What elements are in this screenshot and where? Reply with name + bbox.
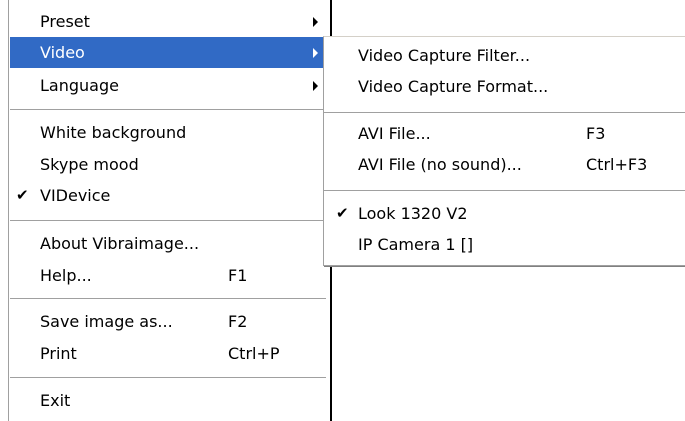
menu-item-label: Exit: [40, 391, 71, 410]
menu-item-videvice[interactable]: ✔ VIDevice: [10, 180, 326, 211]
menu-separator: [10, 109, 326, 111]
menu-item-label: Video: [40, 43, 85, 62]
submenu-arrow-icon: [313, 81, 318, 91]
menu-item-label: AVI File (no sound)...: [358, 155, 522, 174]
menu-item-about[interactable]: About Vibraimage...: [10, 228, 326, 259]
submenu-arrow-icon: [313, 17, 318, 27]
menu-separator: [324, 112, 685, 114]
checkmark-icon: ✔: [336, 204, 349, 222]
menu-separator: [10, 298, 326, 300]
checkmark-icon: ✔: [16, 186, 29, 204]
submenu-arrow-icon: [313, 48, 318, 58]
submenu-item-video-capture-filter[interactable]: Video Capture Filter...: [324, 40, 685, 71]
menu-item-save-image[interactable]: Save image as... F2: [10, 306, 326, 337]
menu-item-help[interactable]: Help... F1: [10, 260, 326, 291]
menu-item-shortcut: Ctrl+F3: [586, 155, 648, 174]
menu-item-shortcut: F1: [228, 266, 248, 285]
video-submenu: Video Capture Filter... Video Capture Fo…: [323, 36, 685, 266]
menu-item-label: Help...: [40, 266, 92, 285]
menu-item-exit[interactable]: Exit: [10, 385, 326, 416]
menu-separator: [10, 220, 326, 222]
menu-item-label: Video Capture Format...: [358, 77, 549, 96]
menu-item-video[interactable]: Video: [10, 37, 326, 68]
menu-item-shortcut: Ctrl+P: [228, 344, 280, 363]
menu-separator: [324, 190, 685, 192]
menu-separator: [10, 377, 326, 379]
menu-item-label: About Vibraimage...: [40, 234, 200, 253]
menu-item-shortcut: F2: [228, 312, 248, 331]
menu-item-shortcut: F3: [586, 124, 606, 143]
submenu-item-ip-camera-1[interactable]: IP Camera 1 []: [324, 229, 685, 260]
menu-item-language[interactable]: Language: [10, 70, 326, 101]
menu-item-label: AVI File...: [358, 124, 431, 143]
menu-item-label: Look 1320 V2: [358, 204, 468, 223]
menu-item-label: Preset: [40, 12, 90, 31]
main-context-menu: Preset Video Language White background S…: [10, 4, 326, 421]
menu-item-skype-mood[interactable]: Skype mood: [10, 149, 326, 180]
menu-item-label: Language: [40, 76, 119, 95]
menu-item-label: White background: [40, 123, 187, 142]
menu-item-label: Print: [40, 344, 77, 363]
menu-item-label: IP Camera 1 []: [358, 235, 474, 254]
menu-item-print[interactable]: Print Ctrl+P: [10, 338, 326, 369]
submenu-item-avi-file-no-sound[interactable]: AVI File (no sound)... Ctrl+F3: [324, 149, 685, 180]
menu-item-label: Video Capture Filter...: [358, 46, 531, 65]
window-frame-left: [8, 0, 9, 421]
submenu-item-look-1320-v2[interactable]: ✔ Look 1320 V2: [324, 198, 685, 229]
menu-item-label: Save image as...: [40, 312, 173, 331]
submenu-item-avi-file[interactable]: AVI File... F3: [324, 118, 685, 149]
submenu-item-video-capture-format[interactable]: Video Capture Format...: [324, 71, 685, 102]
menu-item-white-background[interactable]: White background: [10, 117, 326, 148]
menu-item-label: VIDevice: [40, 186, 111, 205]
menu-item-label: Skype mood: [40, 155, 139, 174]
menu-item-preset[interactable]: Preset: [10, 6, 326, 37]
